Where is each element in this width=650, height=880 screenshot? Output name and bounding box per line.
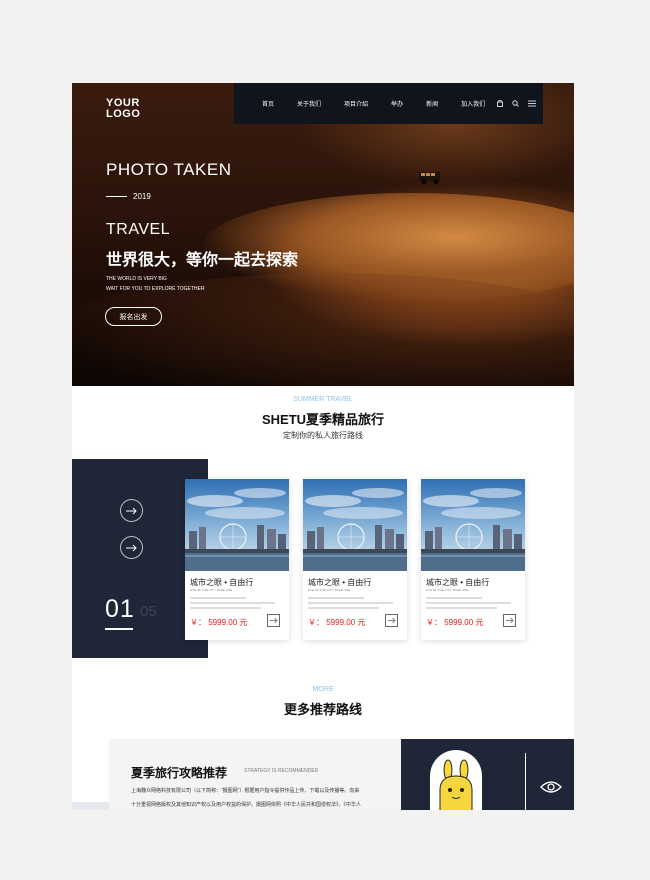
current-page-number: 01 [105, 595, 135, 623]
nav-item-about[interactable]: 关于我们 [297, 99, 321, 108]
next-arrow-button[interactable] [120, 499, 143, 522]
card-subtitle: EYE OF THE CITY, FREE LINE [190, 588, 233, 592]
strategy-en-label: STRATEGY IS RECOMMENDED [244, 768, 319, 774]
arrow-right-icon [387, 617, 396, 624]
search-icon[interactable] [512, 99, 519, 108]
more-kicker: MORE [312, 686, 334, 693]
nav-item-join[interactable]: 加入我们 [461, 99, 485, 108]
bag-icon[interactable] [497, 99, 503, 108]
card-description [190, 597, 284, 612]
summer-title: SHETU夏季精品旅行 [261, 412, 385, 427]
card-price: ￥： 5999.00 元 [190, 618, 248, 627]
panel-divider [525, 753, 526, 810]
card-title: 城市之眼 • 自由行 [426, 578, 490, 587]
nav-item-events[interactable]: 举办 [391, 99, 403, 108]
hero-travel: TRAVEL [106, 221, 171, 238]
bottom-strip [72, 802, 109, 810]
city-eye-image [421, 479, 525, 571]
jeep-image [419, 172, 440, 185]
card-title: 城市之眼 • 自由行 [308, 578, 372, 587]
summer-subtitle: 定制你的私人旅行路线 [283, 431, 363, 440]
page-indicator-line [105, 628, 133, 630]
hero-year: 2019 [133, 192, 151, 201]
nav-item-news[interactable]: 新闻 [426, 99, 438, 108]
eye-icon[interactable] [540, 780, 562, 794]
hero-subtext: THE WORLD IS VERY BIG WAIT FOR YOU TO EX… [106, 276, 205, 292]
card-subtitle: EYE OF THE CITY, FREE LINE [308, 588, 351, 592]
hero-photo-taken: PHOTO TAKEN [106, 160, 232, 179]
hero-headline: 世界很大，等你一起去探索 [106, 252, 299, 269]
card-description [426, 597, 520, 612]
strategy-title: 夏季旅行攻略推荐 [131, 766, 228, 780]
arrow-right-icon [126, 544, 137, 551]
route-card[interactable]: 城市之眼 • 自由行 EYE OF THE CITY, FREE LINE ￥：… [185, 479, 289, 640]
logo[interactable]: YOUR LOGO [106, 98, 140, 120]
arrow-right-icon [505, 617, 514, 624]
total-page-number: 05 [140, 603, 157, 620]
year-divider [106, 196, 127, 197]
mascot-panel [401, 739, 574, 810]
route-card[interactable]: 城市之眼 • 自由行 EYE OF THE CITY, FREE LINE ￥：… [303, 479, 407, 640]
card-subtitle: EYE OF THE CITY, FREE LINE [426, 588, 469, 592]
card-description [308, 597, 402, 612]
nav-item-home[interactable]: 首页 [262, 99, 274, 108]
strategy-text: 上海魏众网络科技有限公司（以下简称：“摄图网”）根据用户指令提供作品上传、下载以… [131, 788, 362, 808]
more-title: 更多推荐路线 [283, 702, 362, 717]
card-link-button[interactable] [503, 614, 516, 627]
card-price: ￥： 5999.00 元 [426, 618, 484, 627]
menu-icon[interactable] [528, 99, 537, 108]
arrow-right-icon [269, 617, 278, 624]
next-arrow-button-2[interactable] [120, 536, 143, 559]
landing-page: YOUR LOGO 首页 关于我们 项目介绍 举办 新闻 加入我们 PHOTO … [72, 83, 574, 810]
top-nav: 首页 关于我们 项目介绍 举办 新闻 加入我们 [234, 83, 543, 124]
card-link-button[interactable] [267, 614, 280, 627]
nav-item-projects[interactable]: 项目介绍 [344, 99, 368, 108]
summer-kicker: SUMMER TRAVEL [293, 396, 353, 403]
route-card[interactable]: 城市之眼 • 自由行 EYE OF THE CITY, FREE LINE ￥：… [421, 479, 525, 640]
city-eye-image [185, 479, 289, 571]
card-title: 城市之眼 • 自由行 [190, 578, 254, 587]
card-price: ￥： 5999.00 元 [308, 618, 366, 627]
card-link-button[interactable] [385, 614, 398, 627]
hero-banner: YOUR LOGO 首页 关于我们 项目介绍 举办 新闻 加入我们 PHOTO … [72, 83, 574, 386]
city-eye-image [303, 479, 407, 571]
strategy-panel: 夏季旅行攻略推荐 STRATEGY IS RECOMMENDED 上海魏众网络科… [109, 739, 401, 810]
signup-button[interactable]: 报名出发 [105, 307, 162, 326]
mascot-avatar [430, 750, 482, 810]
arrow-right-icon [126, 507, 137, 514]
